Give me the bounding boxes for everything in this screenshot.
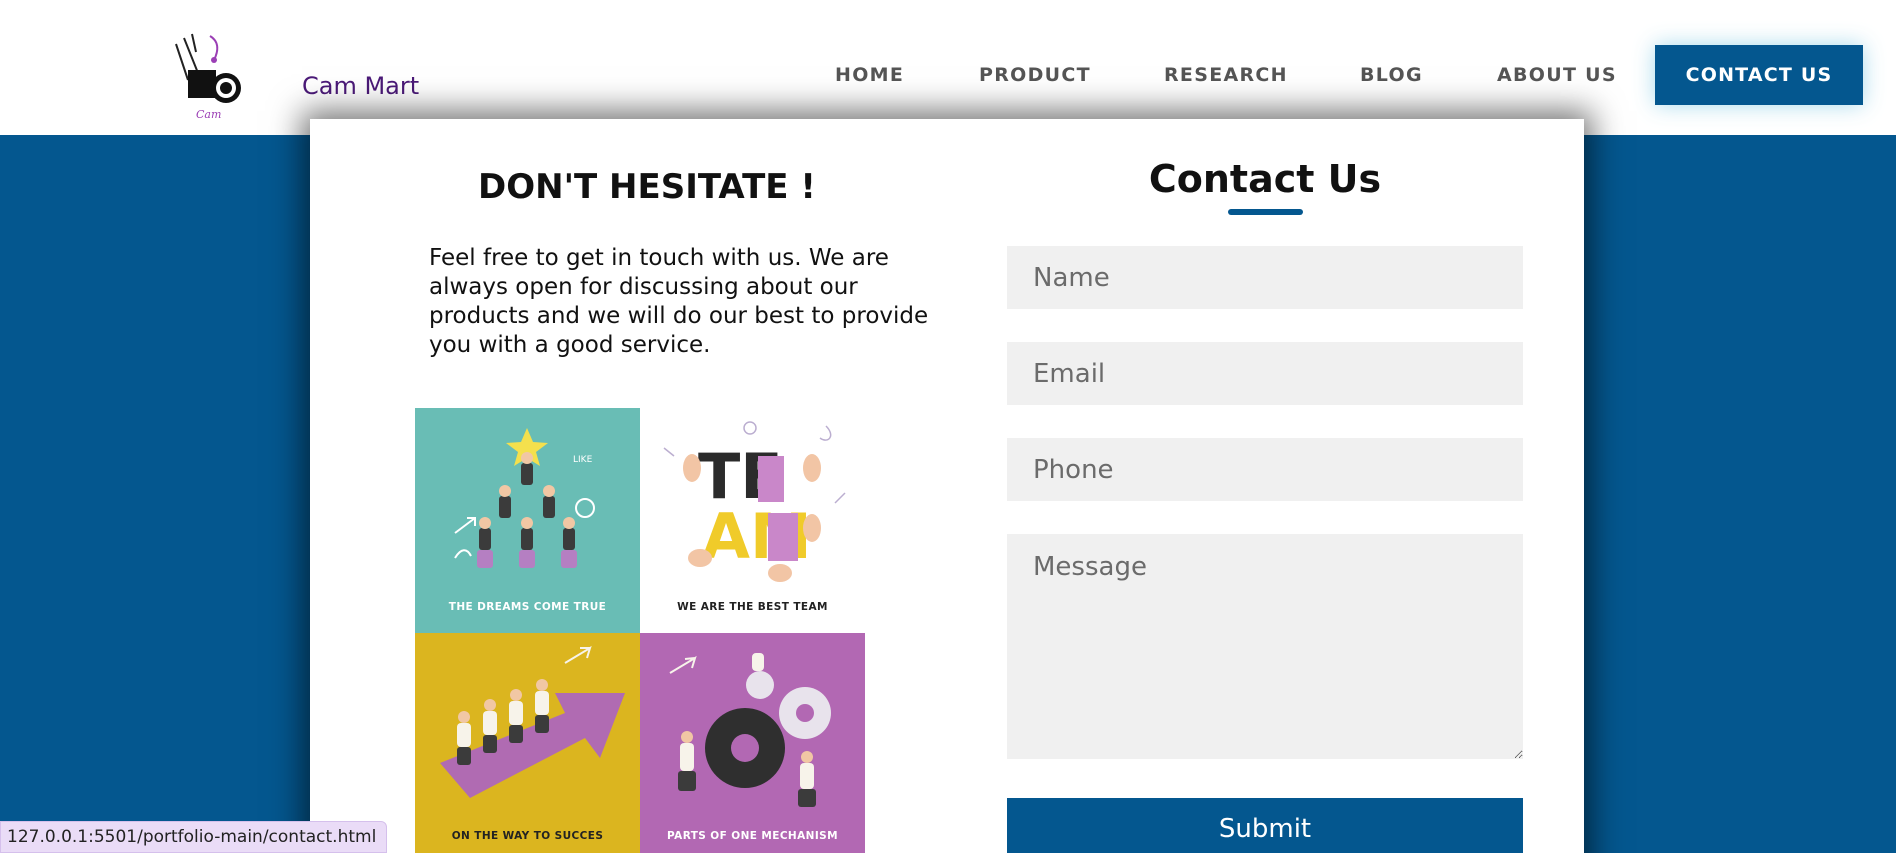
tile-caption: THE DREAMS COME TRUE <box>448 601 607 613</box>
tile-dreams-come-true: LIKE THE DREAMS COME TRUE <box>415 408 640 633</box>
team-letters-illustration: TE AM <box>663 421 846 582</box>
tile-one-mechanism: PARTS OF ONE MECHANISM <box>640 633 865 853</box>
email-field[interactable] <box>1007 342 1523 405</box>
nav-item-research[interactable]: RESEARCH <box>1164 64 1288 86</box>
intro-title: DON'T HESITATE ! <box>478 167 816 207</box>
site-header: Cam Cam Mart HOME PRODUCT RESEARCH BLOG … <box>0 0 1896 135</box>
tile-caption: WE ARE THE BEST TEAM <box>677 601 828 613</box>
phone-field[interactable] <box>1007 438 1523 501</box>
nav-item-product[interactable]: PRODUCT <box>979 64 1091 86</box>
gears-illustration <box>669 653 831 807</box>
tile-way-to-success: ON THE WAY TO SUCCES <box>415 633 640 853</box>
status-bar-url: 127.0.0.1:5501/portfolio-main/contact.ht… <box>0 821 388 853</box>
contact-us-button[interactable]: CONTACT US <box>1655 45 1863 105</box>
nav-item-blog[interactable]: BLOG <box>1360 64 1423 86</box>
nav-item-home[interactable]: HOME <box>835 64 904 86</box>
intro-text: Feel free to get in touch with us. We ar… <box>429 245 929 358</box>
submit-button[interactable]: Submit <box>1007 798 1523 853</box>
main-nav: HOME PRODUCT RESEARCH BLOG ABOUT US CONT… <box>0 0 1896 135</box>
like-doodle: LIKE <box>573 455 593 465</box>
contact-form-title: Contact Us <box>1148 157 1382 201</box>
tile-caption: ON THE WAY TO SUCCES <box>451 830 604 842</box>
tile-best-team: TE AM WE ARE THE BEST TEAM <box>640 408 865 633</box>
message-field[interactable] <box>1007 534 1523 759</box>
tug-of-war-illustration <box>440 645 625 798</box>
nav-item-about-us[interactable]: ABOUT US <box>1497 64 1617 86</box>
name-field[interactable] <box>1007 246 1523 309</box>
team-pyramid-illustration: LIKE <box>454 428 595 568</box>
tile-caption: PARTS OF ONE MECHANISM <box>667 830 838 842</box>
title-underline <box>1228 209 1303 215</box>
